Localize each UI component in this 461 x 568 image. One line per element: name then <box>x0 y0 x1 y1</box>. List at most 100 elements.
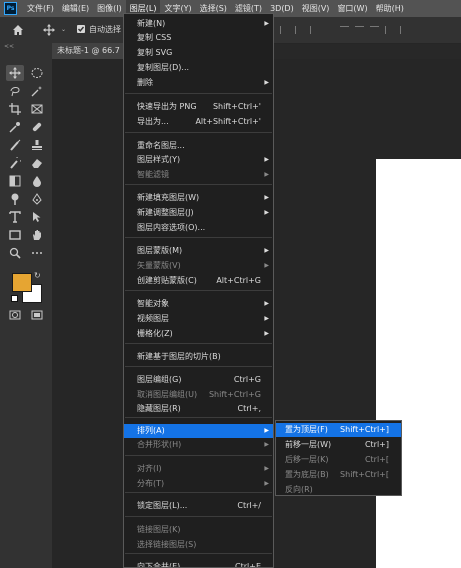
swap-colors-icon[interactable]: ↻ <box>34 271 41 280</box>
menu-item-label: 图层编组(G) <box>137 375 182 384</box>
foreground-color-swatch[interactable] <box>12 273 32 292</box>
marquee-tool-icon[interactable] <box>28 65 46 81</box>
layer-menu-item[interactable]: 向下合并(E) Ctrl+E <box>124 560 273 567</box>
layer-menu-item[interactable]: 取消图层编组(U) Shift+Ctrl+G <box>124 388 273 402</box>
layer-menu-item[interactable]: 新建基于图层的切片(B) <box>124 350 273 364</box>
brush-tool-icon[interactable] <box>6 137 24 153</box>
menu-help[interactable]: 帮助(H) <box>372 0 408 17</box>
blur-tool-icon[interactable] <box>28 173 46 189</box>
layer-menu-item[interactable]: 新建调整图层(J) ▶ <box>124 206 273 220</box>
distribute-top-icon[interactable] <box>340 26 349 35</box>
layer-menu-item[interactable]: 矢量蒙版(V) ▶ <box>124 259 273 273</box>
layer-menu-item[interactable]: 排列(A) ▶ <box>124 424 273 438</box>
zoom-tool-icon[interactable] <box>6 245 24 261</box>
arrange-menu-item[interactable]: 置为底层(B) Shift+Ctrl+[ <box>276 468 401 482</box>
frame-tool-icon[interactable] <box>28 101 46 117</box>
menu-item-shortcut: Ctrl+/ <box>237 501 261 510</box>
rectangle-tool-icon[interactable] <box>6 227 24 243</box>
clone-stamp-tool-icon[interactable] <box>28 137 46 153</box>
auto-select-checkbox[interactable] <box>77 25 85 33</box>
chevron-down-icon[interactable]: ⌄ <box>61 26 66 33</box>
layer-menu-item[interactable]: 导出为... Alt+Shift+Ctrl+' <box>124 115 273 129</box>
layer-menu-item[interactable]: 分布(T) ▶ <box>124 477 273 491</box>
arrange-menu-item[interactable]: 后移一层(K) Ctrl+[ <box>276 453 401 467</box>
home-icon[interactable] <box>12 24 24 38</box>
layer-menu-item[interactable]: 删除 ▶ <box>124 76 273 90</box>
move-tool-icon[interactable] <box>6 65 24 81</box>
hand-tool-icon[interactable] <box>28 227 46 243</box>
default-colors-icon[interactable] <box>11 295 18 302</box>
submenu-arrow-icon: ▶ <box>264 156 269 163</box>
menu-item-label: 图层内容选项(O)... <box>137 223 206 232</box>
magic-wand-tool-icon[interactable] <box>28 83 46 99</box>
document-tab[interactable]: 未标题-1 @ 66.7 <box>52 43 129 59</box>
layer-menu-item[interactable]: 隐藏图层(R) Ctrl+, <box>124 402 273 416</box>
layer-menu-item[interactable]: 复制图层(D)... <box>124 61 273 75</box>
layer-menu-item[interactable]: 合并形状(H) ▶ <box>124 438 273 452</box>
align-right-icon[interactable] <box>310 26 320 34</box>
distribute-middle-icon[interactable] <box>355 26 364 35</box>
layer-menu-item[interactable]: 智能滤镜 ▶ <box>124 168 273 182</box>
menu-edit[interactable]: 编辑(E) <box>58 0 93 17</box>
layer-menu-item[interactable]: 链接图层(K) <box>124 523 273 537</box>
menu-separator <box>125 553 272 554</box>
distribute-left-icon[interactable] <box>385 26 395 34</box>
layer-menu-item[interactable]: 新建填充图层(W) ▶ <box>124 191 273 205</box>
layer-menu-item[interactable]: 快速导出为 PNG Shift+Ctrl+' <box>124 100 273 114</box>
layer-menu-item[interactable]: 图层编组(G) Ctrl+G <box>124 373 273 387</box>
align-center-icon[interactable] <box>295 26 305 34</box>
menu-separator <box>125 516 272 517</box>
eraser-tool-icon[interactable] <box>28 155 46 171</box>
submenu-arrow-icon: ▶ <box>264 427 269 434</box>
layer-menu-item[interactable]: 重命名图层... <box>124 139 273 153</box>
screen-mode-icon[interactable] <box>28 307 46 323</box>
path-selection-tool-icon[interactable] <box>28 209 46 225</box>
crop-tool-icon[interactable] <box>6 101 24 117</box>
layer-menu-item[interactable]: 复制 SVG <box>124 46 273 60</box>
eyedropper-tool-icon[interactable] <box>6 119 24 135</box>
collapse-panel-icon[interactable]: << <box>4 43 14 50</box>
arrange-menu-item[interactable]: 反向(R) <box>276 483 401 497</box>
menu-view[interactable]: 视图(V) <box>298 0 334 17</box>
menu-item-label: 图层样式(Y) <box>137 155 181 164</box>
layer-menu-item[interactable]: 锁定图层(L)... Ctrl+/ <box>124 499 273 513</box>
menu-separator <box>125 237 272 238</box>
align-left-icon[interactable] <box>280 26 290 34</box>
pen-tool-icon[interactable] <box>28 191 46 207</box>
arrange-menu-item[interactable]: 前移一层(W) Ctrl+] <box>276 438 401 452</box>
menu-window[interactable]: 窗口(W) <box>333 0 371 17</box>
layer-menu-item[interactable]: 图层内容选项(O)... <box>124 221 273 235</box>
history-brush-tool-icon[interactable] <box>6 155 24 171</box>
distribute-right-icon[interactable] <box>400 26 410 34</box>
menu-item-label: 链接图层(K) <box>137 525 181 534</box>
arrange-menu-item[interactable]: 置为顶层(F) Shift+Ctrl+] <box>276 423 401 437</box>
document-canvas[interactable] <box>376 159 461 568</box>
layer-menu-item[interactable]: 复制 CSS <box>124 31 273 45</box>
menu-item-shortcut: Ctrl+[ <box>364 455 389 464</box>
menu-item-label: 新建填充图层(W) <box>137 193 200 202</box>
move-tool-options-icon[interactable] <box>43 24 55 38</box>
layer-menu-item[interactable]: 新建(N) ▶ <box>124 17 273 31</box>
gradient-tool-icon[interactable] <box>6 173 24 189</box>
layer-menu-item[interactable]: 栅格化(Z) ▶ <box>124 327 273 341</box>
dodge-tool-icon[interactable] <box>6 191 24 207</box>
healing-brush-tool-icon[interactable] <box>28 119 46 135</box>
menu-separator <box>125 93 272 94</box>
distribute-bottom-icon[interactable] <box>370 26 379 35</box>
quick-mask-icon[interactable] <box>6 307 24 323</box>
layer-menu-item[interactable]: 创建剪贴蒙版(C) Alt+Ctrl+G <box>124 274 273 288</box>
layer-menu-item[interactable]: 视频图层 ▶ <box>124 312 273 326</box>
menu-file[interactable]: 文件(F) <box>23 0 58 17</box>
layer-menu-item[interactable]: 对齐(I) ▶ <box>124 462 273 476</box>
menu-item-label: 矢量蒙版(V) <box>137 261 181 270</box>
layer-menu-item[interactable]: 选择链接图层(S) <box>124 538 273 552</box>
more-tools-icon[interactable] <box>28 245 46 261</box>
type-tool-icon[interactable] <box>6 209 24 225</box>
layer-menu-item[interactable]: 智能对象 ▶ <box>124 297 273 311</box>
layer-menu-item[interactable]: 图层样式(Y) ▶ <box>124 153 273 167</box>
menu-separator <box>125 455 272 456</box>
menu-separator <box>125 343 272 344</box>
menu-image[interactable]: 图像(I) <box>93 0 126 17</box>
lasso-tool-icon[interactable] <box>6 83 24 99</box>
layer-menu-item[interactable]: 图层蒙版(M) ▶ <box>124 244 273 258</box>
